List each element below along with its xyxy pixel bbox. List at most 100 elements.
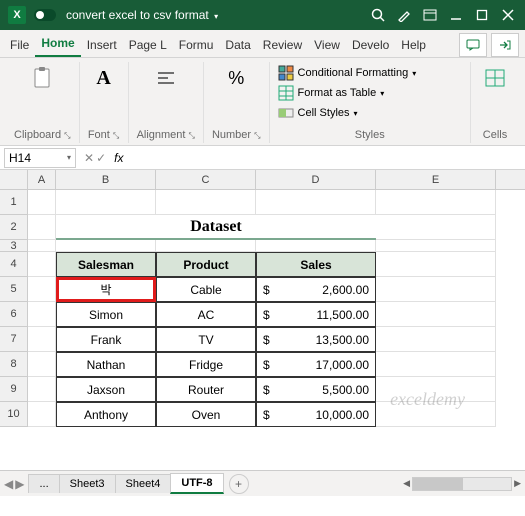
sheet-tab-active[interactable]: UTF-8 [170,473,223,494]
cancel-formula-icon[interactable]: ✕ [84,151,94,165]
cell[interactable]: Cable [156,277,256,302]
cell[interactable] [56,240,156,252]
name-box[interactable]: H14 ▾ [4,148,76,168]
cell[interactable] [28,252,56,277]
cell[interactable] [28,190,56,215]
cells-button[interactable] [479,64,511,92]
ribbon-options-icon[interactable] [417,3,443,27]
cell[interactable] [56,190,156,215]
cell[interactable]: Sales [256,252,376,277]
scroll-left-icon[interactable]: ◀ [403,478,410,489]
cell[interactable]: Anthony [56,402,156,427]
cell[interactable]: $13,500.00 [256,327,376,352]
font-button[interactable]: A [88,64,120,92]
cell[interactable] [28,277,56,302]
cell[interactable] [376,352,496,377]
cell[interactable]: 박 [56,277,156,302]
tab-page-layout[interactable]: Page L [123,33,173,57]
maximize-icon[interactable] [469,3,495,27]
draw-icon[interactable] [391,3,417,27]
sheet-area[interactable]: A B C D E 12Dataset34SalesmanProductSale… [0,170,525,470]
cell[interactable] [376,377,496,402]
scroll-right-icon[interactable]: ▶ [514,478,521,489]
cell[interactable] [376,252,496,277]
tab-home[interactable]: Home [35,31,80,57]
cell[interactable]: $2,600.00 [256,277,376,302]
sheet-nav-next-icon[interactable]: ▶ [15,477,24,491]
cell[interactable]: Salesman [56,252,156,277]
minimize-icon[interactable] [443,3,469,27]
tab-review[interactable]: Review [257,33,308,57]
share-icon[interactable] [491,33,519,57]
cell[interactable] [28,327,56,352]
tab-view[interactable]: View [308,33,346,57]
accept-formula-icon[interactable]: ✓ [96,151,106,165]
search-icon[interactable] [365,3,391,27]
fx-icon[interactable]: fx [110,151,127,165]
row-header[interactable]: 5 [0,277,28,302]
row-header[interactable]: 2 [0,215,28,240]
col-header-b[interactable]: B [56,170,156,189]
cell[interactable]: $5,500.00 [256,377,376,402]
row-header[interactable]: 4 [0,252,28,277]
comments-icon[interactable] [459,33,487,57]
cell[interactable] [376,402,496,427]
cell[interactable] [376,277,496,302]
cell[interactable]: Product [156,252,256,277]
cell[interactable] [28,402,56,427]
cell[interactable]: $17,000.00 [256,352,376,377]
number-button[interactable]: % [220,64,252,92]
cell[interactable] [156,190,256,215]
row-header[interactable]: 6 [0,302,28,327]
cell[interactable] [28,352,56,377]
sheet-tab-sheet4[interactable]: Sheet4 [115,474,172,493]
cell[interactable]: Dataset [56,215,376,240]
sheet-tab-more[interactable]: ... [28,474,59,493]
conditional-formatting-button[interactable]: Conditional Formatting ▾ [278,64,417,82]
cell[interactable] [256,190,376,215]
sheet-nav-prev-icon[interactable]: ◀ [4,477,13,491]
select-all-corner[interactable] [0,170,28,189]
format-as-table-button[interactable]: Format as Table ▾ [278,84,385,102]
cell[interactable] [28,240,56,252]
col-header-a[interactable]: A [28,170,56,189]
formula-input[interactable] [127,148,525,168]
cell[interactable] [376,190,496,215]
cell[interactable] [376,215,496,240]
cell[interactable] [28,377,56,402]
excel-app-icon[interactable]: X [4,3,30,27]
cell[interactable] [376,240,496,252]
col-header-c[interactable]: C [156,170,256,189]
close-icon[interactable] [495,3,521,27]
cell[interactable]: AC [156,302,256,327]
tab-data[interactable]: Data [219,33,256,57]
cell[interactable]: Nathan [56,352,156,377]
row-header[interactable]: 3 [0,240,28,252]
col-header-e[interactable]: E [376,170,496,189]
cell[interactable]: Frank [56,327,156,352]
cell[interactable] [156,240,256,252]
tab-developer[interactable]: Develo [346,33,395,57]
cell[interactable]: TV [156,327,256,352]
horizontal-scrollbar[interactable] [412,477,512,491]
row-header[interactable]: 10 [0,402,28,427]
tab-help[interactable]: Help [395,33,432,57]
cell[interactable] [256,240,376,252]
alignment-button[interactable] [150,64,182,92]
autosave-toggle[interactable] [32,3,58,27]
paste-button[interactable] [26,64,58,92]
cell[interactable]: $10,000.00 [256,402,376,427]
cell[interactable]: Simon [56,302,156,327]
cell[interactable]: Fridge [156,352,256,377]
tab-formulas[interactable]: Formu [173,33,220,57]
sheet-tab-sheet3[interactable]: Sheet3 [59,474,116,493]
cell[interactable]: $11,500.00 [256,302,376,327]
cell[interactable] [376,327,496,352]
cell-styles-button[interactable]: Cell Styles ▾ [278,104,358,122]
cell[interactable] [376,302,496,327]
tab-insert[interactable]: Insert [81,33,123,57]
cell[interactable]: Jaxson [56,377,156,402]
row-header[interactable]: 9 [0,377,28,402]
cell[interactable] [28,302,56,327]
row-header[interactable]: 8 [0,352,28,377]
